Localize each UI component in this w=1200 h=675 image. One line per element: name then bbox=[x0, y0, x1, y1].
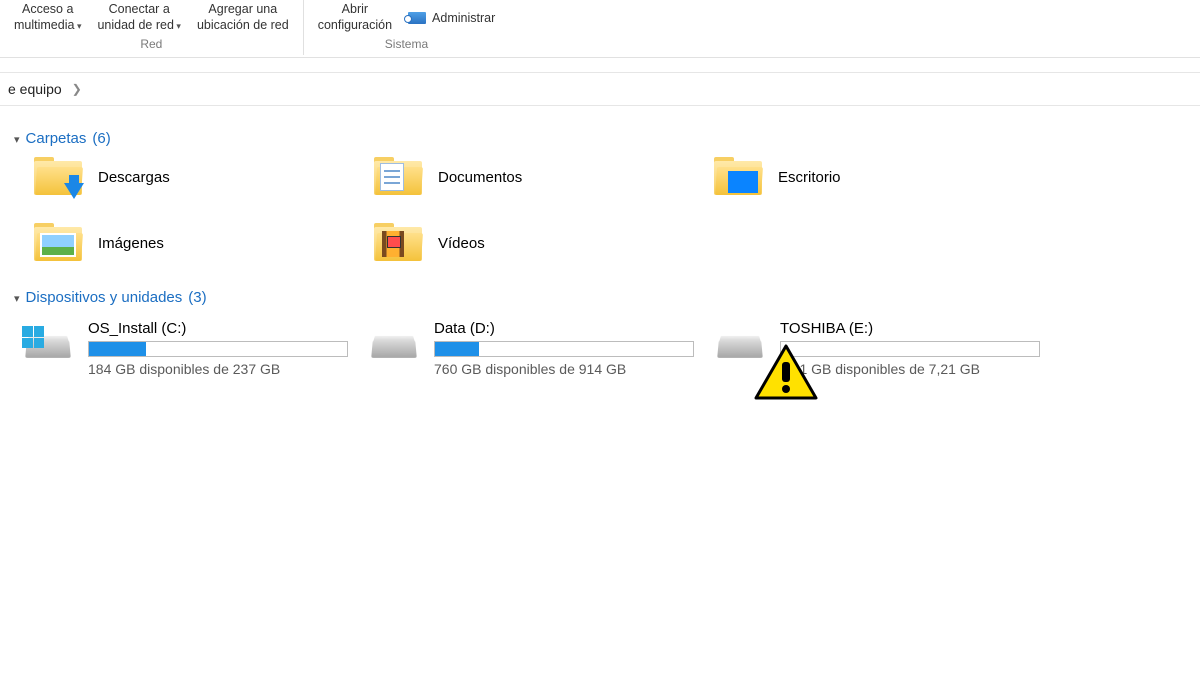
ribbon-label: Conectar a bbox=[109, 2, 170, 18]
drive-info: Data (D:) 760 GB disponibles de 914 GB bbox=[434, 320, 714, 377]
ribbon-group-network: Acceso a multimedia Conectar a unidad de… bbox=[0, 0, 304, 55]
drive-capacity-fill bbox=[89, 342, 146, 356]
drive-capacity-bar bbox=[434, 341, 694, 357]
breadcrumb-segment[interactable]: e equipo bbox=[4, 81, 66, 97]
section-header-folders[interactable]: ▾ Carpetas (6) bbox=[14, 130, 1192, 147]
folder-label: Vídeos bbox=[438, 235, 485, 252]
content-area: ▾ Carpetas (6) Descargas Documentos Escrit… bbox=[0, 106, 1200, 389]
ribbon-label: Acceso a bbox=[22, 2, 73, 18]
drive-info: OS_Install (C:) 184 GB disponibles de 237… bbox=[88, 320, 368, 377]
section-header-drives[interactable]: ▾ Dispositivos y unidades (3) bbox=[14, 289, 1192, 306]
open-settings-button[interactable]: Abrir configuración bbox=[310, 0, 400, 35]
ribbon-label: Abrir bbox=[342, 2, 368, 18]
folder-icon bbox=[34, 157, 82, 197]
ribbon: Acceso a multimedia Conectar a unidad de… bbox=[0, 0, 1200, 55]
drive-item[interactable]: TOSHIBA (E:) 7,21 GB disponibles de 7,21 … bbox=[714, 316, 1060, 381]
drive-free-text: 184 GB disponibles de 237 GB bbox=[88, 361, 348, 377]
drive-info: TOSHIBA (E:) 7,21 GB disponibles de 7,21 … bbox=[780, 320, 1060, 377]
connect-network-drive-button[interactable]: Conectar a unidad de red bbox=[89, 0, 188, 35]
section-title: Carpetas bbox=[26, 130, 87, 147]
drive-capacity-bar bbox=[88, 341, 348, 357]
ribbon-label: multimedia bbox=[14, 18, 81, 34]
drives-grid: OS_Install (C:) 184 GB disponibles de 237… bbox=[14, 316, 1192, 381]
folder-icon bbox=[374, 157, 422, 197]
ribbon-label: Administrar bbox=[432, 11, 495, 25]
ribbon-group-label: Red bbox=[140, 37, 162, 51]
drive-item[interactable]: Data (D:) 760 GB disponibles de 914 GB bbox=[368, 316, 714, 381]
drive-name: TOSHIBA (E:) bbox=[780, 320, 1040, 337]
folder-label: Escritorio bbox=[778, 169, 841, 186]
section-title: Dispositivos y unidades bbox=[26, 289, 183, 306]
warning-icon bbox=[754, 344, 818, 400]
monitor-icon bbox=[408, 12, 426, 24]
ribbon-group-system: Abrir configuración Administrar Sistema bbox=[304, 0, 510, 55]
ribbon-label: unidad de red bbox=[97, 18, 180, 34]
folder-item-documents[interactable]: Documentos bbox=[374, 157, 714, 197]
add-network-location-button[interactable]: Agregar una ubicación de red bbox=[189, 0, 297, 35]
chevron-down-icon: ▾ bbox=[14, 133, 20, 146]
drive-capacity-fill bbox=[435, 342, 479, 356]
folder-item-videos[interactable]: Vídeos bbox=[374, 223, 714, 263]
manage-button[interactable]: Administrar bbox=[400, 7, 503, 29]
drive-icon bbox=[22, 326, 74, 364]
folder-item-images[interactable]: Imágenes bbox=[34, 223, 374, 263]
separator bbox=[0, 57, 1200, 58]
address-bar[interactable]: e equipo ❯ bbox=[0, 72, 1200, 106]
drive-icon bbox=[368, 326, 420, 364]
ribbon-label: ubicación de red bbox=[197, 18, 289, 34]
ribbon-label: configuración bbox=[318, 18, 392, 34]
drive-free-text: 760 GB disponibles de 914 GB bbox=[434, 361, 694, 377]
folder-icon bbox=[714, 157, 762, 197]
media-access-button[interactable]: Acceso a multimedia bbox=[6, 0, 89, 35]
folder-label: Imágenes bbox=[98, 235, 164, 252]
folder-item-downloads[interactable]: Descargas bbox=[34, 157, 374, 197]
section-count: (6) bbox=[92, 130, 110, 147]
drive-name: OS_Install (C:) bbox=[88, 320, 348, 337]
chevron-right-icon[interactable]: ❯ bbox=[66, 82, 88, 96]
drive-free-text: 7,21 GB disponibles de 7,21 GB bbox=[780, 361, 1040, 377]
folder-icon bbox=[34, 223, 82, 263]
chevron-down-icon: ▾ bbox=[14, 292, 20, 305]
folders-grid: Descargas Documentos Escritorio Imágenes Víd… bbox=[14, 157, 1192, 281]
drive-capacity-bar bbox=[780, 341, 1040, 357]
ribbon-group-label: Sistema bbox=[385, 37, 428, 51]
drive-item[interactable]: OS_Install (C:) 184 GB disponibles de 237… bbox=[22, 316, 368, 381]
drive-name: Data (D:) bbox=[434, 320, 694, 337]
folder-icon bbox=[374, 223, 422, 263]
folder-label: Documentos bbox=[438, 169, 522, 186]
folder-item-desktop[interactable]: Escritorio bbox=[714, 157, 1054, 197]
ribbon-label: Agregar una bbox=[208, 2, 277, 18]
section-count: (3) bbox=[188, 289, 206, 306]
folder-label: Descargas bbox=[98, 169, 170, 186]
